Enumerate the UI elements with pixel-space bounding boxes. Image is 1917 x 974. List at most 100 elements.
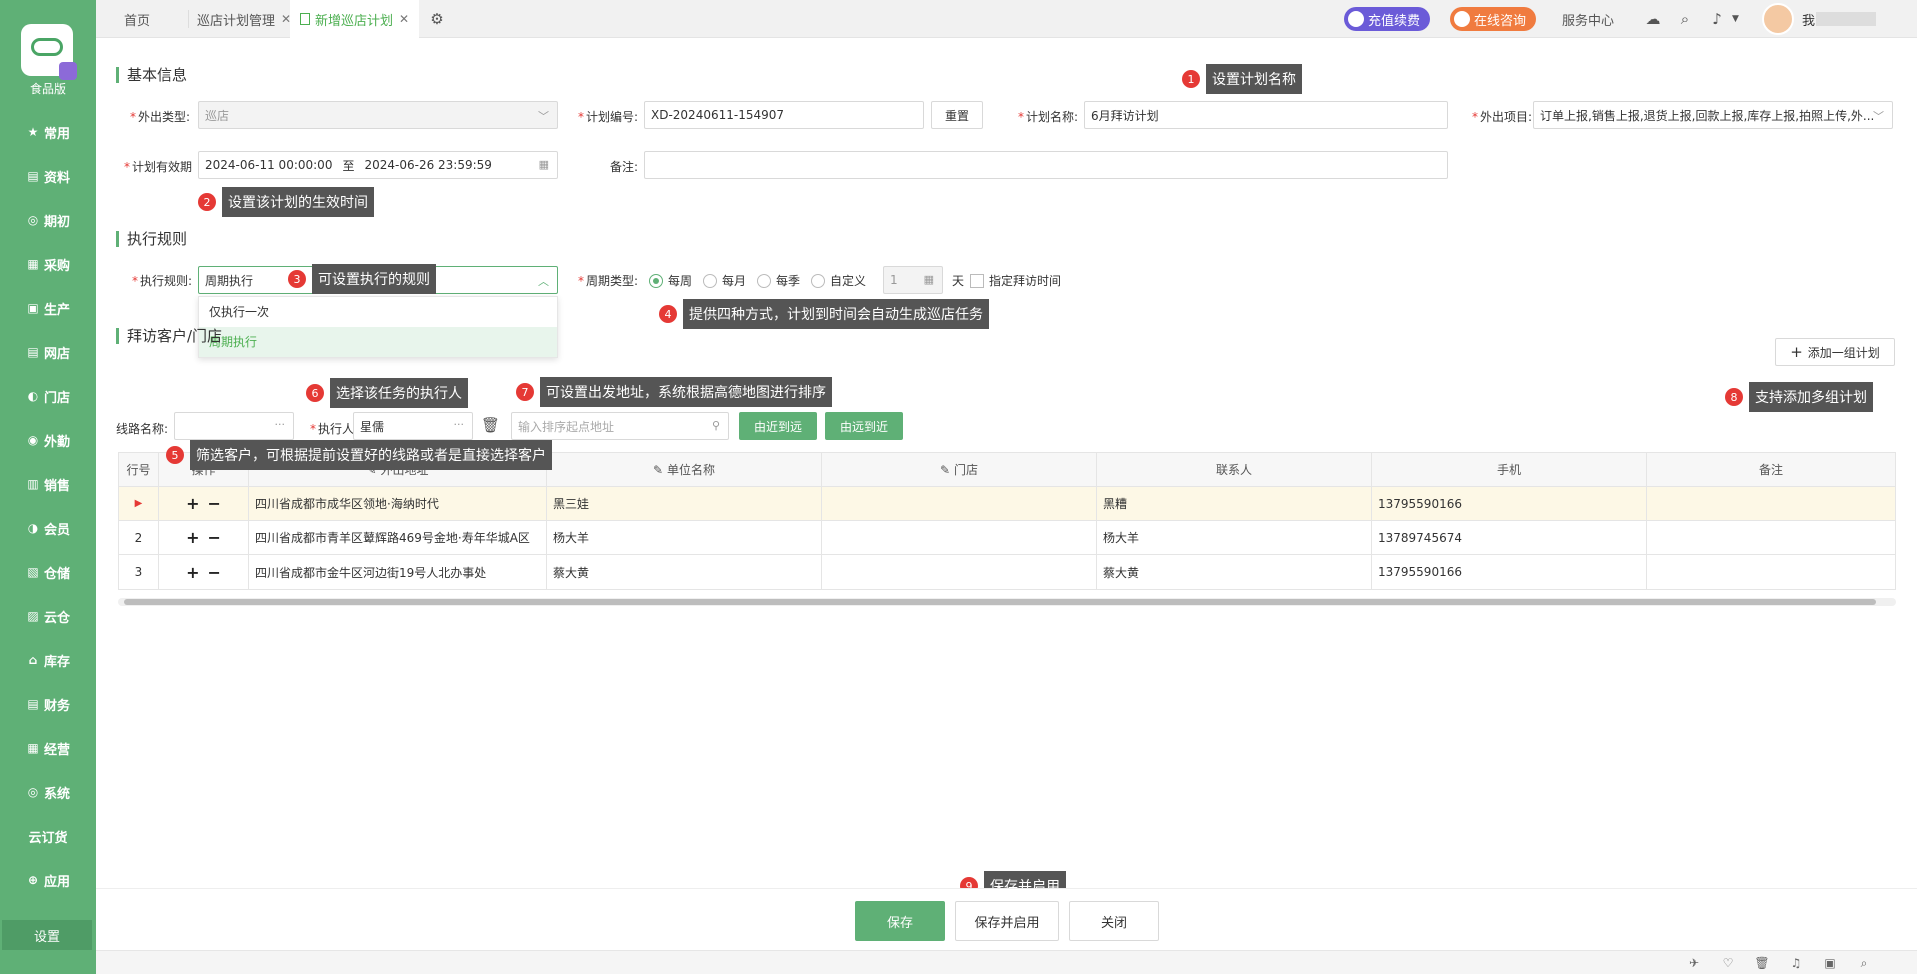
valid-start-input[interactable]: 2024-06-11 00:00:00: [205, 158, 332, 172]
plan-name-input[interactable]: 6月拜访计划: [1084, 101, 1448, 129]
user-icon[interactable]: ⚲: [712, 419, 720, 432]
sidebar-item-production[interactable]: ▣ 生产: [0, 290, 96, 326]
bell-icon[interactable]: ♪: [1708, 10, 1726, 28]
close-icon[interactable]: ✕: [399, 12, 409, 26]
trash-icon[interactable]: 🗑: [1754, 955, 1770, 971]
cell-unit-name[interactable]: 蔡大黄: [547, 555, 822, 589]
avatar[interactable]: [1762, 3, 1794, 35]
remove-row-icon[interactable]: −: [208, 528, 221, 547]
cell-address[interactable]: 四川省成都市金牛区河边街19号人北办事处: [249, 555, 547, 589]
cell-address[interactable]: 四川省成都市成华区领地·海纳时代: [249, 487, 547, 520]
cell-remark[interactable]: [1647, 521, 1895, 554]
specify-visit-time-checkbox[interactable]: 指定拜访时间: [970, 272, 1061, 289]
sidebar-item-finance[interactable]: ▤ 财务: [0, 686, 96, 722]
sort-far-to-near-button[interactable]: 由远到近: [825, 412, 903, 440]
cell-unit-name[interactable]: 杨大羊: [547, 521, 822, 554]
sidebar-item-warehouse[interactable]: ▧ 仓储: [0, 554, 96, 590]
online-consult-button[interactable]: 在线咨询: [1450, 7, 1537, 31]
valid-end-input[interactable]: 2024-06-26 23:59:59: [364, 158, 491, 172]
sidebar-item-initial[interactable]: ◎ 期初: [0, 202, 96, 238]
reset-button[interactable]: 重置: [931, 101, 983, 129]
table-row[interactable]: 2 + − 四川省成都市青羊区鼙辉路469号金地·寿年华城A区 杨大羊 杨大羊 1…: [119, 521, 1895, 555]
volume-icon[interactable]: ♫: [1788, 955, 1804, 971]
executor-input[interactable]: 星儒 ···: [353, 412, 473, 440]
add-group-plan-button[interactable]: + 添加一组计划: [1775, 338, 1895, 366]
service-center-link[interactable]: 服务中心: [1562, 0, 1614, 38]
search-icon[interactable]: ⌕: [1676, 10, 1694, 28]
cycle-radio-monthly[interactable]: 每月: [703, 272, 746, 289]
close-button[interactable]: 关闭: [1069, 901, 1159, 941]
sidebar-item-inventory[interactable]: ⌂ 库存: [0, 642, 96, 678]
rule-option-cycle[interactable]: 周期执行: [199, 327, 557, 357]
cell-store[interactable]: [822, 521, 1097, 554]
sidebar-item-field[interactable]: ◉ 外勤: [0, 422, 96, 458]
cycle-radio-custom[interactable]: 自定义: [811, 272, 866, 289]
plan-no-input[interactable]: XD-20240611-154907: [644, 101, 924, 129]
table-horizontal-scrollbar[interactable]: [118, 598, 1896, 606]
cell-remark[interactable]: [1647, 555, 1895, 589]
search-icon[interactable]: ⌕: [1856, 955, 1872, 971]
remove-row-icon[interactable]: −: [208, 563, 221, 582]
sidebar-item-system[interactable]: ◎ 系统: [0, 774, 96, 810]
trash-icon[interactable]: 🗑: [481, 416, 500, 436]
cell-phone: 13795590166: [1372, 555, 1647, 589]
cell-unit-name[interactable]: 黑三娃: [547, 487, 822, 520]
start-address-input[interactable]: 输入排序起点地址 ⚲: [511, 412, 729, 440]
table-row[interactable]: ▶ + − 四川省成都市成华区领地·海纳时代 黑三娃 黑糟 13795590166: [119, 487, 1895, 521]
tab-home[interactable]: 首页: [124, 0, 150, 38]
sidebar-item-purchase[interactable]: ▦ 采购: [0, 246, 96, 282]
calendar-icon[interactable]: ▦: [539, 158, 549, 171]
sidebar-item-common[interactable]: ★ 常用: [0, 114, 96, 150]
cell-store[interactable]: [822, 487, 1097, 520]
sidebar-item-cloud-warehouse[interactable]: ▨ 云仓: [0, 598, 96, 634]
cycle-number-input[interactable]: 1 ▦: [883, 266, 943, 294]
sidebar-item-apps[interactable]: ⊕ 应用: [0, 862, 96, 898]
add-row-icon[interactable]: +: [186, 494, 199, 513]
cell-store[interactable]: [822, 555, 1097, 589]
window-icon[interactable]: ▣: [1822, 955, 1838, 971]
operations-icon: ▦: [27, 741, 39, 755]
route-name-input[interactable]: ···: [174, 412, 294, 440]
sidebar-item-data[interactable]: ▤ 资料: [0, 158, 96, 194]
sort-near-to-far-button[interactable]: 由近到远: [739, 412, 817, 440]
cycle-radio-quarterly[interactable]: 每季: [757, 272, 800, 289]
header-store: ✎ 门店: [822, 453, 1097, 486]
table-row[interactable]: 3 + − 四川省成都市金牛区河边街19号人北办事处 蔡大黄 蔡大黄 137955…: [119, 555, 1895, 589]
ellipsis-icon[interactable]: ···: [275, 418, 286, 431]
sidebar-item-operations[interactable]: ▦ 经营: [0, 730, 96, 766]
ellipsis-icon[interactable]: ···: [454, 418, 465, 431]
cloud-download-icon[interactable]: ☁: [1644, 10, 1662, 28]
add-row-icon[interactable]: +: [186, 528, 199, 547]
plus-circle-icon: ⊕: [27, 873, 39, 887]
rocket-icon[interactable]: ✈: [1686, 955, 1702, 971]
cell-address[interactable]: 四川省成都市青羊区鼙辉路469号金地·寿年华城A区: [249, 521, 547, 554]
user-name[interactable]: 我: [1802, 10, 1815, 29]
tab-patrol-plan-management[interactable]: 巡店计划管理 ✕: [188, 10, 291, 29]
out-type-select[interactable]: 巡店 ﹀: [198, 101, 558, 129]
row-number: 3: [119, 555, 159, 589]
sidebar-item-store[interactable]: ◐ 门店: [0, 378, 96, 414]
tab-new-patrol-plan[interactable]: 新增巡店计划 ✕: [290, 0, 420, 38]
sidebar-item-cloud-order[interactable]: 云订货: [0, 818, 96, 854]
warehouse-icon: ▧: [27, 565, 39, 579]
valid-period-range[interactable]: 2024-06-11 00:00:00 至 2024-06-26 23:59:5…: [198, 151, 558, 179]
executor-label: * 执行人:: [309, 422, 358, 436]
chevron-down-icon[interactable]: ▼: [1732, 14, 1739, 24]
save-and-enable-button[interactable]: 保存并启用: [955, 901, 1059, 941]
sidebar-item-member[interactable]: ◑ 会员: [0, 510, 96, 546]
cycle-radio-weekly[interactable]: 每周: [649, 272, 692, 289]
sidebar-item-sales[interactable]: ▥ 销售: [0, 466, 96, 502]
out-items-select[interactable]: 订单上报,销售上报,退货上报,回款上报,库存上报,拍照上传,外... ﹀: [1533, 101, 1893, 129]
rule-option-once[interactable]: 仅执行一次: [199, 297, 557, 327]
sidebar-item-online-store[interactable]: ▤ 网店: [0, 334, 96, 370]
save-button[interactable]: 保存: [855, 901, 945, 941]
heart-icon[interactable]: ♡: [1720, 955, 1736, 971]
remove-row-icon[interactable]: −: [208, 494, 221, 513]
add-row-icon[interactable]: +: [186, 563, 199, 582]
row-indicator: ▶: [119, 487, 159, 520]
settings-button[interactable]: 设置: [2, 920, 92, 950]
remark-input[interactable]: [644, 151, 1448, 179]
gear-icon[interactable]: ⚙: [428, 10, 446, 28]
cell-remark[interactable]: [1647, 487, 1895, 520]
recharge-button[interactable]: 充值续费: [1344, 7, 1431, 31]
